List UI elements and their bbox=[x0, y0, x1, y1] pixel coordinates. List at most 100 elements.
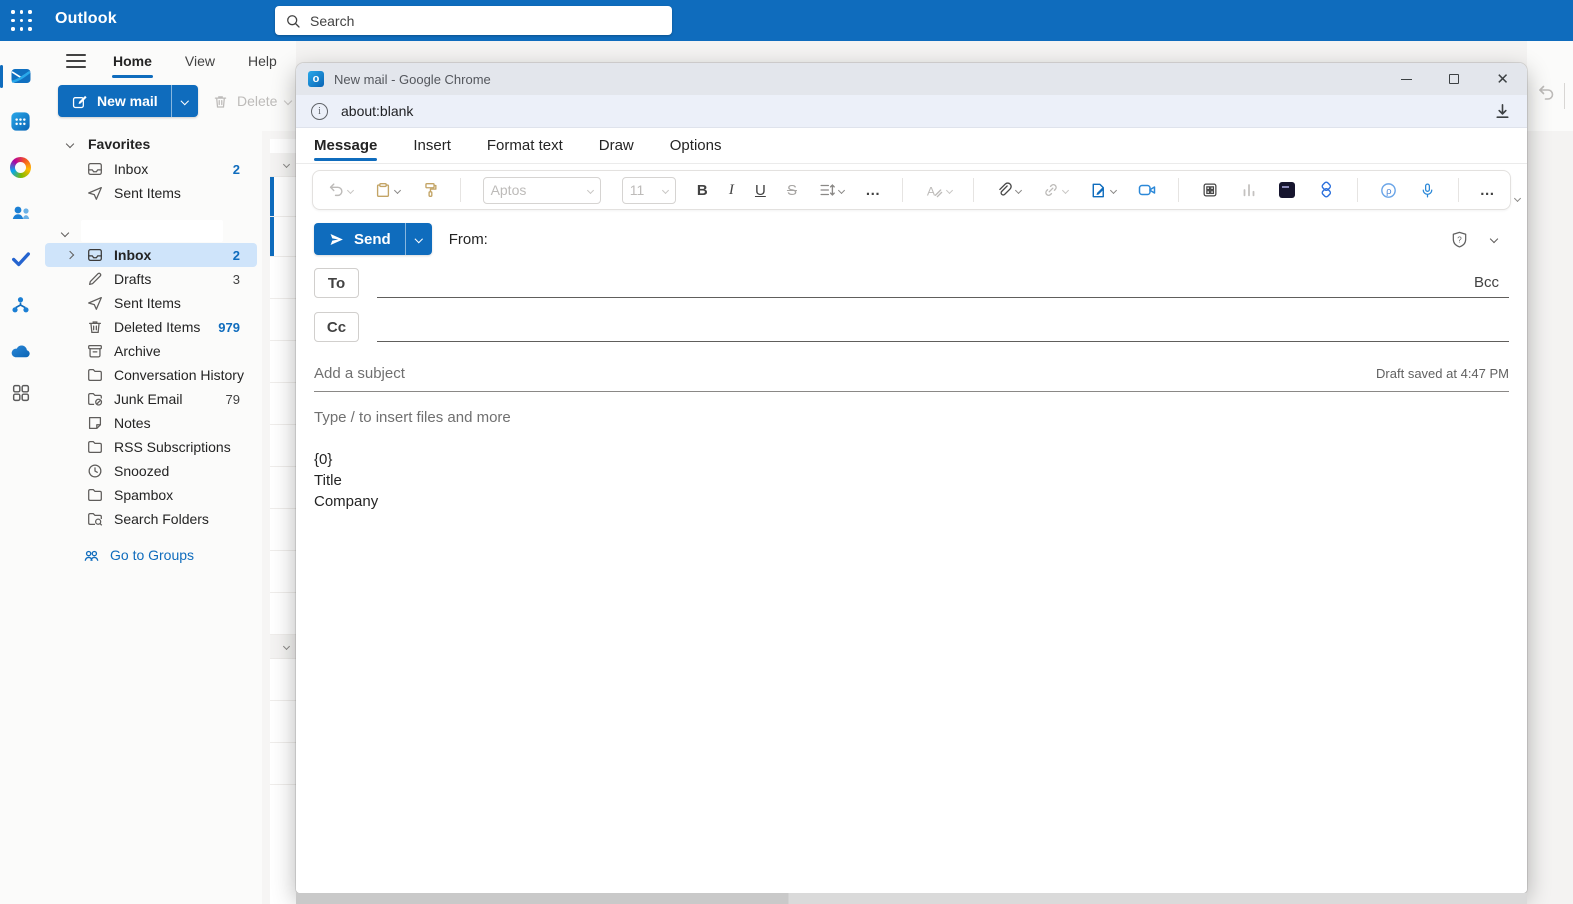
tab-draw[interactable]: Draw bbox=[599, 137, 634, 154]
font-name-select[interactable]: Aptos bbox=[482, 176, 601, 204]
chevron-down-icon[interactable] bbox=[65, 139, 75, 149]
rail-people-icon[interactable] bbox=[0, 199, 41, 227]
message-protection-icon[interactable]: ? bbox=[1450, 230, 1469, 249]
new-mail-button[interactable]: New mail bbox=[58, 85, 198, 117]
ribbon-collapse-chevron-icon[interactable] bbox=[1513, 188, 1522, 206]
more-formatting-button[interactable]: … bbox=[865, 182, 881, 199]
message-row[interactable] bbox=[270, 551, 296, 593]
address-bar[interactable]: i about:blank bbox=[296, 95, 1527, 128]
ribbon-tab-home[interactable]: Home bbox=[112, 53, 153, 78]
message-list-group-header[interactable] bbox=[270, 635, 296, 659]
maximize-icon[interactable] bbox=[1449, 74, 1460, 84]
cc-input[interactable] bbox=[377, 312, 1509, 342]
designer-button[interactable] bbox=[1316, 180, 1336, 200]
underline-button[interactable]: U bbox=[755, 182, 766, 199]
message-row-unread[interactable] bbox=[270, 177, 296, 217]
favorites-header[interactable]: Favorites bbox=[41, 131, 262, 157]
bcc-button[interactable]: Bcc bbox=[1474, 274, 1509, 291]
message-row[interactable] bbox=[270, 299, 296, 341]
format-painter-button[interactable] bbox=[421, 181, 439, 199]
insert-chart-button[interactable] bbox=[1240, 181, 1258, 199]
chevron-down-icon[interactable] bbox=[60, 228, 70, 238]
new-mail-dropdown[interactable] bbox=[172, 85, 198, 117]
minimize-icon[interactable] bbox=[1401, 78, 1413, 80]
rail-todo-icon[interactable] bbox=[0, 245, 41, 273]
ribbon-tab-view[interactable]: View bbox=[185, 53, 215, 69]
message-list-group-header[interactable] bbox=[270, 153, 296, 177]
message-body-editor[interactable]: Type / to insert files and more {0} Titl… bbox=[296, 392, 1527, 893]
message-row[interactable] bbox=[270, 341, 296, 383]
font-size-select[interactable]: 11 bbox=[621, 176, 676, 204]
rail-onedrive-icon[interactable] bbox=[0, 337, 41, 365]
undo-button[interactable] bbox=[327, 181, 355, 199]
insights-button[interactable]: ρ bbox=[1379, 181, 1398, 200]
to-input[interactable]: Bcc bbox=[377, 268, 1509, 298]
rail-more-apps-icon[interactable] bbox=[0, 379, 41, 407]
tab-message[interactable]: Message bbox=[314, 137, 378, 161]
insert-link-button[interactable] bbox=[1042, 181, 1069, 199]
folder-inbox[interactable]: Inbox 2 bbox=[45, 243, 257, 267]
ribbon-tab-help[interactable]: Help bbox=[248, 53, 277, 69]
to-button[interactable]: To bbox=[314, 268, 359, 298]
folder-rss-subscriptions[interactable]: RSS Subscriptions bbox=[41, 435, 262, 459]
folder-spambox[interactable]: Spambox bbox=[41, 483, 262, 507]
send-button[interactable]: Send bbox=[314, 223, 432, 255]
attach-file-button[interactable] bbox=[995, 181, 1022, 199]
message-row[interactable] bbox=[270, 701, 296, 743]
message-row[interactable] bbox=[270, 743, 296, 785]
send-dropdown[interactable] bbox=[406, 223, 432, 255]
folder-junk-email[interactable]: Junk Email 79 bbox=[41, 387, 262, 411]
message-row[interactable] bbox=[270, 257, 296, 299]
message-row[interactable] bbox=[270, 593, 296, 635]
folder-notes[interactable]: Notes bbox=[41, 411, 262, 435]
cc-button[interactable]: Cc bbox=[314, 312, 359, 342]
folder-archive[interactable]: Archive bbox=[41, 339, 262, 363]
dictate-button[interactable] bbox=[1419, 182, 1436, 199]
favorite-inbox[interactable]: Inbox 2 bbox=[41, 157, 262, 181]
insert-table-button[interactable] bbox=[1201, 181, 1219, 199]
signature-button[interactable] bbox=[1089, 181, 1118, 200]
app-launcher-icon[interactable] bbox=[9, 8, 34, 33]
loop-component-button[interactable] bbox=[1278, 182, 1295, 198]
folder-snoozed[interactable]: Snoozed bbox=[41, 459, 262, 483]
italic-button[interactable]: I bbox=[729, 182, 734, 199]
delete-button[interactable]: Delete bbox=[212, 85, 293, 117]
go-to-groups-link[interactable]: Go to Groups bbox=[41, 543, 262, 567]
folder-search-folders[interactable]: Search Folders bbox=[41, 507, 262, 531]
message-row[interactable] bbox=[270, 509, 296, 551]
message-row[interactable] bbox=[270, 383, 296, 425]
rail-org-chart-icon[interactable] bbox=[0, 291, 41, 319]
message-row-unread[interactable] bbox=[270, 217, 296, 257]
search-input[interactable]: Search bbox=[275, 6, 672, 35]
popup-title-bar[interactable]: o New mail - Google Chrome ✕ bbox=[296, 63, 1527, 95]
close-icon[interactable]: ✕ bbox=[1496, 72, 1509, 87]
account-section-header[interactable] bbox=[41, 219, 262, 243]
folder-deleted-items[interactable]: Deleted Items 979 bbox=[41, 315, 262, 339]
message-row[interactable] bbox=[270, 425, 296, 467]
rail-copilot-icon[interactable] bbox=[0, 153, 41, 181]
toolbar-overflow-button[interactable]: … bbox=[1480, 182, 1496, 199]
folder-conversation-history[interactable]: Conversation History bbox=[41, 363, 262, 387]
favorite-sent-items[interactable]: Sent Items bbox=[41, 181, 262, 205]
rail-calendar-icon[interactable] bbox=[0, 107, 41, 135]
folder-sent-items[interactable]: Sent Items bbox=[41, 291, 262, 315]
page-info-icon[interactable]: i bbox=[311, 102, 328, 120]
tab-insert[interactable]: Insert bbox=[413, 137, 451, 154]
line-spacing-button[interactable] bbox=[818, 181, 846, 199]
rail-mail-icon[interactable] bbox=[0, 62, 41, 90]
folder-drafts[interactable]: Drafts 3 bbox=[41, 267, 262, 291]
subject-input[interactable]: Add a subject bbox=[314, 365, 1376, 382]
message-row[interactable] bbox=[270, 467, 296, 509]
bold-button[interactable]: B bbox=[697, 182, 708, 199]
url-text[interactable]: about:blank bbox=[341, 103, 1480, 119]
message-row[interactable] bbox=[270, 659, 296, 701]
download-icon[interactable] bbox=[1493, 102, 1512, 121]
strikethrough-button[interactable]: S bbox=[787, 182, 797, 199]
chevron-right-icon[interactable] bbox=[65, 250, 75, 260]
paste-button[interactable] bbox=[374, 181, 402, 199]
chevron-down-icon[interactable] bbox=[1489, 234, 1499, 244]
tab-format-text[interactable]: Format text bbox=[487, 137, 563, 154]
video-clip-button[interactable] bbox=[1137, 180, 1157, 200]
tab-options[interactable]: Options bbox=[670, 137, 722, 154]
text-effects-button[interactable]: A bbox=[925, 181, 953, 200]
